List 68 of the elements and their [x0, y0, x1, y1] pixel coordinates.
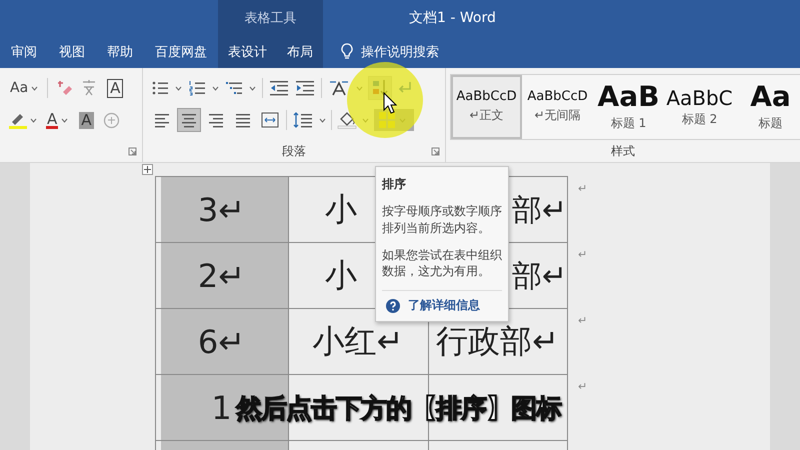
ribbon-tab[interactable]: 表设计 — [218, 35, 277, 68]
ribbon-tab[interactable]: 百度网盘 — [144, 35, 218, 68]
ribbon-tab[interactable]: 布局 — [277, 35, 323, 68]
table-cell: 2↵ — [198, 257, 246, 295]
style-gallery-item[interactable]: AaBbC 标题 2 — [664, 75, 735, 139]
distributed-icon — [261, 111, 279, 129]
window-title: 文档1 - Word — [409, 8, 496, 26]
subtitle-overlay: 然后点击下方的【排序】图标 — [236, 393, 561, 426]
ribbon-tab[interactable]: 审阅 — [0, 35, 48, 68]
mouse-cursor-icon — [383, 92, 397, 114]
decrease-indent-icon[interactable] — [269, 80, 289, 96]
lightbulb-icon — [341, 43, 353, 60]
table-move-handle-icon[interactable] — [142, 164, 153, 175]
row-end-mark: ↵ — [577, 247, 588, 263]
ribbon-tab[interactable]: 帮助 — [96, 35, 144, 68]
caret-icon[interactable] — [175, 86, 182, 90]
align-right-icon — [207, 111, 225, 129]
caret-icon[interactable] — [61, 118, 68, 122]
align-center-icon — [180, 111, 198, 129]
help-icon — [386, 298, 400, 313]
tooltip-title: 排序 — [382, 176, 407, 193]
dialog-launcher-icon[interactable] — [431, 146, 440, 156]
bullet-list-icon[interactable] — [151, 80, 169, 96]
justify-icon — [234, 111, 252, 129]
style-gallery-item[interactable]: AaBbCcD ↵无间隔 — [522, 75, 593, 139]
group-label: 样式 — [611, 142, 635, 160]
table-cell-text: 行政部↵ — [436, 321, 559, 362]
align-center-button[interactable] — [178, 109, 200, 131]
table-cell: 3↵ — [198, 191, 246, 229]
align-left-icon — [153, 111, 171, 129]
numbered-list-icon[interactable] — [188, 80, 206, 96]
table-cell: 6↵ — [198, 323, 246, 361]
row-end-mark: ↵ — [577, 379, 588, 395]
ribbon-tab[interactable]: 视图 — [48, 35, 96, 68]
increase-indent-icon[interactable] — [295, 80, 315, 96]
tooltip-text: 如果您尝试在表中组织数据，这尤为有用。 — [382, 246, 502, 280]
learn-more-link[interactable]: 了解详细信息 — [408, 297, 480, 314]
style-gallery-item[interactable]: AaB 标题 1 — [593, 75, 664, 139]
context-tab-label: 表格工具 — [244, 10, 296, 26]
row-end-mark: ↵ — [577, 313, 588, 329]
group-label: 段落 — [282, 142, 306, 160]
table-cell-text: 小 — [325, 255, 357, 296]
tooltip-text: 按字母顺序或数字顺序排列当前所选内容。 — [382, 203, 502, 237]
table-cell-text: 部↵ — [512, 192, 567, 230]
caret-icon[interactable] — [249, 86, 256, 90]
caret-icon[interactable] — [30, 118, 37, 122]
style-gallery-item[interactable]: AaBbCcD ↵正文 — [451, 75, 522, 139]
shading-bucket-icon[interactable] — [337, 111, 357, 129]
character-border-button[interactable]: A — [105, 76, 126, 100]
dialog-launcher-icon[interactable] — [128, 146, 137, 156]
eraser-icon[interactable] — [55, 80, 74, 96]
table-cell: 1 — [211, 389, 232, 427]
caret-icon[interactable] — [319, 118, 326, 122]
font-color-button[interactable]: A — [44, 110, 70, 130]
highlighter-icon[interactable] — [8, 111, 28, 129]
change-case-button[interactable]: Aa — [8, 78, 40, 98]
line-spacing-icon[interactable] — [292, 111, 314, 129]
character-shading-button[interactable]: A — [77, 110, 96, 130]
tell-me-search-button[interactable]: 操作说明搜索 — [341, 42, 439, 60]
row-end-mark: ↵ — [577, 181, 588, 197]
caret-icon[interactable] — [212, 86, 219, 90]
caret-icon[interactable] — [31, 86, 38, 90]
table-cell-text: 小 — [325, 189, 357, 230]
style-gallery-item[interactable]: Aa 标题 — [735, 75, 800, 139]
multilevel-list-icon[interactable] — [225, 80, 243, 96]
table-cell-text: 小红↵ — [312, 321, 404, 362]
table-cell-text: 部↵ — [512, 258, 567, 296]
text-direction-icon[interactable] — [328, 79, 350, 97]
